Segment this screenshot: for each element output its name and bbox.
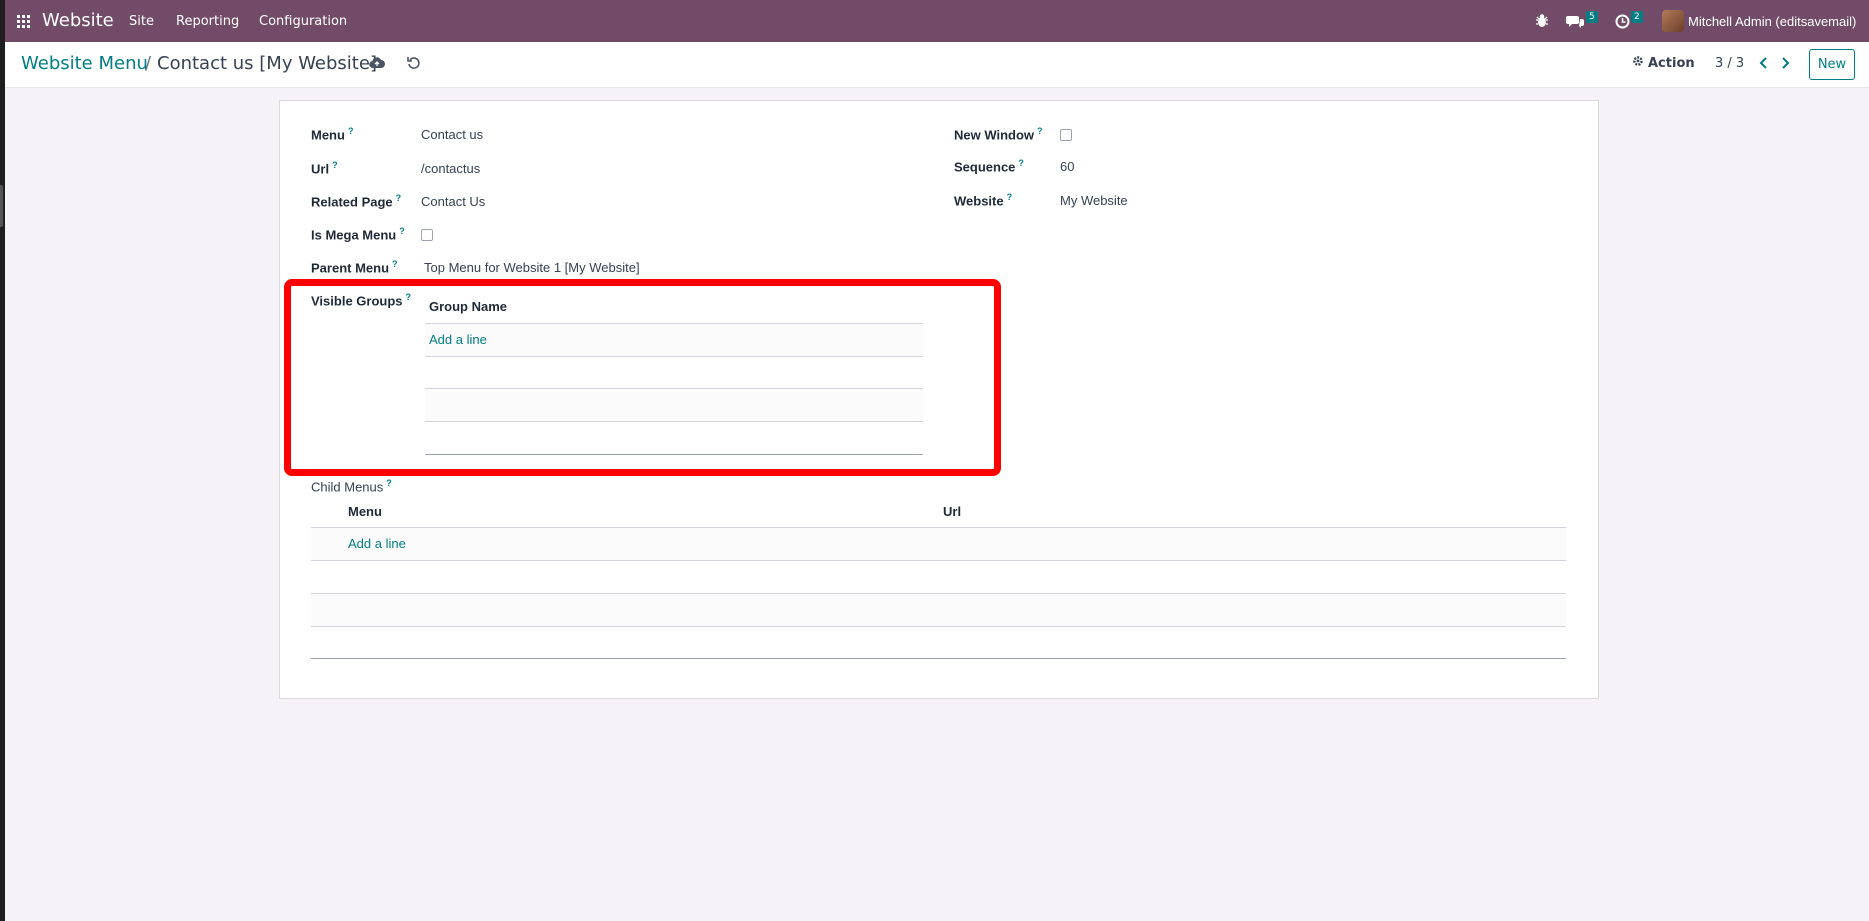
related-page-value[interactable]: Contact Us (421, 194, 485, 209)
menu-site[interactable]: Site (129, 14, 154, 29)
table-divider (311, 560, 1566, 561)
help-mark[interactable]: ? (396, 193, 402, 203)
parent-menu-value[interactable]: Top Menu for Website 1 [My Website] (424, 260, 640, 275)
action-label: Action (1648, 55, 1695, 71)
help-mark[interactable]: ? (1007, 192, 1013, 202)
gear-icon (1632, 55, 1644, 71)
messages-icon[interactable] (1566, 13, 1584, 29)
save-cloud-icon[interactable] (369, 56, 387, 74)
pager-value[interactable]: 3 / 3 (1715, 56, 1744, 71)
website-label: Website? (954, 192, 1013, 209)
activities-count-badge: 2 (1631, 11, 1643, 23)
breadcrumb-parent-link[interactable]: Website Menu (21, 53, 148, 74)
related-page-label: Related Page? (311, 193, 402, 210)
url-field-value[interactable]: /contactus (421, 161, 480, 176)
child-add-line-link[interactable]: Add a line (348, 536, 406, 551)
debug-bug-icon[interactable] (1535, 13, 1549, 29)
mega-menu-label: Is Mega Menu? (311, 226, 405, 243)
child-url-column-header[interactable]: Url (943, 504, 961, 519)
sequence-label: Sequence? (954, 158, 1024, 175)
user-avatar[interactable] (1662, 10, 1684, 32)
help-mark[interactable]: ? (399, 226, 405, 236)
messages-count-badge: 5 (1586, 11, 1598, 23)
activities-clock-icon[interactable] (1615, 14, 1630, 29)
breadcrumb-current: Contact us [My Website] (157, 53, 377, 74)
menu-configuration[interactable]: Configuration (259, 14, 347, 29)
website-value[interactable]: My Website (1060, 193, 1128, 208)
table-divider (311, 626, 1566, 627)
menu-field-value[interactable]: Contact us (421, 127, 483, 142)
mega-menu-checkbox[interactable] (421, 229, 433, 241)
table-row (311, 528, 1566, 560)
menu-field-label: Menu? (311, 126, 354, 143)
top-navbar: Website Site Reporting Configuration 5 2… (0, 0, 1869, 42)
table-divider (311, 658, 1566, 659)
menu-reporting[interactable]: Reporting (176, 14, 239, 29)
pager-next-icon[interactable] (1779, 55, 1795, 73)
help-mark[interactable]: ? (332, 160, 338, 170)
user-menu[interactable]: Mitchell Admin (editsavemail) (1688, 14, 1856, 29)
left-edge-strip (0, 0, 5, 921)
pager-previous-icon[interactable] (1758, 55, 1774, 73)
visible-groups-highlight-box (284, 279, 1001, 476)
help-mark[interactable]: ? (386, 478, 392, 488)
new-record-button[interactable]: New (1809, 49, 1855, 80)
help-mark[interactable]: ? (392, 259, 398, 269)
help-mark[interactable]: ? (1018, 158, 1024, 168)
edge-handle (0, 185, 3, 227)
apps-grid-icon[interactable] (17, 15, 30, 28)
child-menus-label: Child Menus? (311, 478, 392, 495)
help-mark[interactable]: ? (348, 126, 354, 136)
breadcrumb-separator: / (145, 53, 152, 74)
parent-menu-label: Parent Menu? (311, 259, 398, 276)
discard-undo-icon[interactable] (407, 56, 425, 74)
new-window-label: New Window? (954, 126, 1043, 143)
help-mark[interactable]: ? (1037, 126, 1043, 136)
new-window-checkbox[interactable] (1060, 129, 1072, 141)
sequence-value[interactable]: 60 (1060, 159, 1074, 174)
url-field-label: Url? (311, 160, 338, 177)
table-row (311, 594, 1566, 626)
child-menu-column-header[interactable]: Menu (348, 504, 382, 519)
action-menu-button[interactable]: Action (1632, 55, 1695, 71)
control-panel: Website Menu / Contact us [My Website] A… (5, 42, 1869, 88)
app-brand[interactable]: Website (42, 10, 114, 31)
